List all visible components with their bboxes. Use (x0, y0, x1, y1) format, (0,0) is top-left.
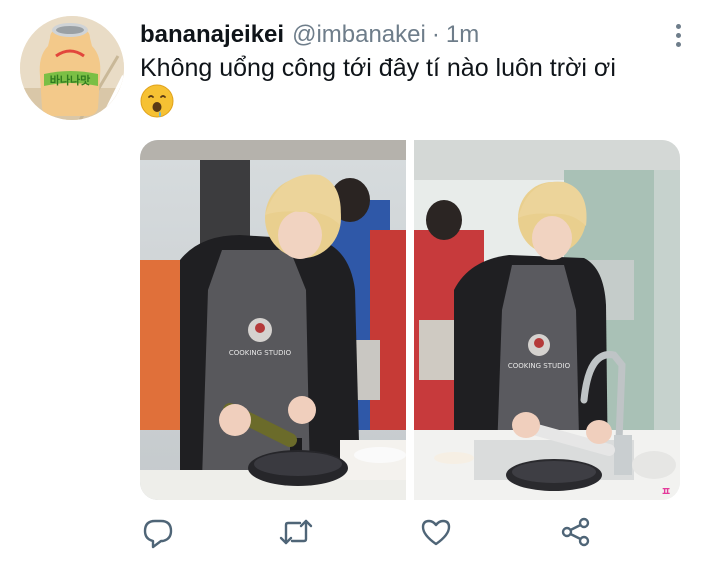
banana-milk-avatar-image: 바나나맛 (20, 16, 124, 120)
reply-button[interactable] (138, 512, 178, 552)
user-handle[interactable]: @imbanakei (292, 21, 426, 49)
more-dot (675, 32, 681, 38)
cooking-photo-right: COOKING STUDIO ㅍ (414, 140, 680, 500)
more-options-button[interactable] (664, 20, 692, 50)
tweet-text: Không uổng công tới đây tí nào luôn trời… (140, 54, 616, 82)
more-dot (675, 23, 681, 29)
apron-logo-text: COOKING STUDIO (508, 362, 571, 370)
share-button[interactable] (556, 512, 596, 552)
apron-logo-text: COOKING STUDIO (229, 349, 292, 357)
timestamp[interactable]: 1m (446, 21, 479, 49)
watermark-text: ㅍ (661, 485, 671, 498)
media-grid: COOKING STUDIO COOKING STUDIO ㅍ (140, 140, 680, 500)
cooking-photo-left: COOKING STUDIO (140, 140, 406, 500)
avatar[interactable]: 바나나맛 (20, 16, 124, 120)
retweet-icon (279, 519, 313, 545)
reply-icon (143, 519, 173, 549)
bottle-label: 바나나맛 (50, 73, 90, 87)
more-dot (675, 41, 681, 47)
display-name[interactable]: bananajeikei (140, 21, 284, 49)
drooling-face-emoji (140, 84, 174, 118)
tweet-actions (0, 512, 720, 556)
tweet-header: bananajeikei @imbanakei · 1m (140, 18, 479, 52)
retweet-button[interactable] (276, 512, 316, 552)
like-button[interactable] (416, 512, 456, 552)
photo-right[interactable]: COOKING STUDIO ㅍ (414, 140, 680, 500)
photo-left[interactable]: COOKING STUDIO (140, 140, 406, 500)
separator-dot: · (431, 21, 440, 48)
like-icon (421, 519, 451, 546)
share-icon (561, 517, 590, 547)
